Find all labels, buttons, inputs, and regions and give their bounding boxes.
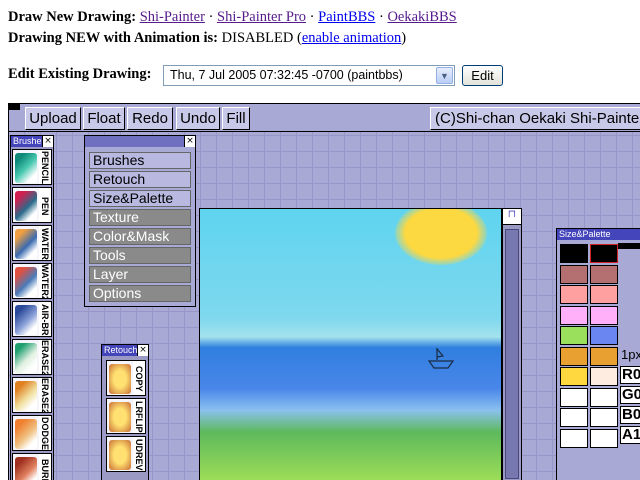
chevron-down-icon[interactable]: ▼ [436, 67, 453, 84]
edit-drawing-select[interactable]: Thu, 7 Jul 2005 07:32:45 -0700 (paintbbs… [163, 65, 455, 86]
sun-shape [395, 209, 487, 265]
pencil-tool[interactable]: PENCIL [12, 149, 52, 185]
palette-swatch[interactable] [560, 285, 588, 304]
applet-corner [9, 104, 20, 110]
lrflip-tool[interactable]: LRFLIP [106, 398, 146, 434]
draw-new-line: Draw New Drawing: Shi-Painter · Shi-Pain… [8, 9, 457, 26]
palette-swatch[interactable] [590, 285, 618, 304]
palette-swatch[interactable] [560, 346, 588, 366]
boat-icon [427, 348, 455, 369]
scroll-thumb[interactable] [505, 229, 519, 479]
size-preview [618, 243, 640, 249]
fill-button[interactable]: Fill [222, 107, 250, 130]
palette-swatch[interactable] [590, 326, 618, 345]
dodge-tool[interactable]: DODGE [12, 415, 52, 451]
draw-new-label: Draw New Drawing: [8, 9, 137, 25]
copy-icon [109, 364, 131, 394]
float-button[interactable]: Float [83, 107, 125, 130]
airbrush-icon [15, 305, 37, 335]
eraser-icon [15, 343, 37, 373]
watercolor-brush-2-icon [15, 267, 37, 297]
paint-applet[interactable]: Upload Float Redo Undo Fill (C)Shi-chan … [8, 103, 640, 480]
burn-icon [15, 457, 37, 480]
animation-status-line: Drawing NEW with Animation is: DISABLED … [8, 30, 407, 46]
palette-swatch[interactable] [590, 387, 618, 407]
menu-item-tools[interactable]: Tools [89, 247, 191, 264]
watercolor-brush-icon [15, 229, 37, 259]
flip-horizontal-icon [109, 402, 131, 432]
close-icon[interactable]: × [137, 345, 148, 356]
close-icon[interactable]: × [42, 136, 53, 147]
palette-swatch[interactable] [560, 387, 588, 407]
palette-swatch[interactable] [560, 305, 588, 325]
green-value[interactable]: G0 [620, 386, 640, 404]
menu-item-color-mask[interactable]: Color&Mask [89, 228, 191, 245]
dodge-icon [15, 419, 37, 449]
edit-button[interactable]: Edit [462, 65, 503, 86]
animation-status: DISABLED [221, 30, 294, 46]
panel-menu: × Brushes Retouch Size&Palette Texture C… [84, 135, 196, 307]
close-icon[interactable]: × [184, 136, 195, 147]
brushes-panel: Brushes × PENCIL PEN WATER WATER2 AIR-BR… [10, 135, 54, 480]
copyright-label: (C)Shi-chan Oekaki Shi-Painter [430, 107, 640, 130]
blue-value[interactable]: B0 [620, 406, 640, 424]
menu-item-layer[interactable]: Layer [89, 266, 191, 283]
eraser-tool[interactable]: ERASE2 [12, 339, 52, 375]
separator: · [208, 9, 214, 25]
menu-item-size-palette[interactable]: Size&Palette [89, 190, 191, 207]
palette-swatch[interactable] [590, 367, 618, 386]
palette-swatch[interactable] [590, 428, 618, 448]
palette-swatch[interactable] [560, 264, 588, 284]
palette-swatch[interactable] [590, 244, 618, 263]
separator: · [309, 9, 315, 25]
redo-button[interactable]: Redo [127, 107, 173, 130]
shi-painter-pro-link[interactable]: Shi-Painter Pro [217, 9, 306, 25]
menu-item-options[interactable]: Options [89, 285, 191, 302]
enable-animation-link[interactable]: enable animation [302, 30, 401, 46]
burn-tool[interactable]: BURN [12, 453, 52, 480]
eraser-2-icon [15, 381, 37, 411]
retouch-panel: Retouch × COPY LRFLIP UDREV [101, 344, 149, 480]
pen-tool[interactable]: PEN [12, 187, 52, 223]
size-label[interactable]: 1px [621, 347, 640, 362]
separator: · [378, 9, 384, 25]
airbrush-tool[interactable]: AIR-BR [12, 301, 52, 337]
oekakibbs-link[interactable]: OekakiBBS [387, 9, 456, 25]
undo-button[interactable]: Undo [176, 107, 220, 130]
alpha-value[interactable]: A1 [620, 426, 640, 444]
upload-button[interactable]: Upload [25, 107, 81, 130]
palette-swatch[interactable] [590, 264, 618, 284]
pencil-icon [15, 153, 37, 183]
menu-item-retouch[interactable]: Retouch [89, 171, 191, 188]
palette-swatch[interactable] [560, 428, 588, 448]
flip-vertical-icon [109, 440, 131, 470]
palette-swatch[interactable] [560, 326, 588, 345]
udrev-tool[interactable]: UDREV [106, 436, 146, 472]
palette-swatch[interactable] [560, 367, 588, 386]
size-palette-title[interactable]: Size&Palette [557, 229, 640, 240]
edit-existing-label: Edit Existing Drawing: [8, 66, 152, 82]
palette-swatch[interactable] [590, 305, 618, 325]
palette-swatch[interactable] [560, 408, 588, 427]
drawing-canvas[interactable] [199, 208, 502, 480]
palette-swatch[interactable] [560, 244, 588, 263]
shi-painter-link[interactable]: Shi-Painter [140, 9, 205, 25]
paintbbs-link[interactable]: PaintBBS [318, 9, 375, 25]
red-value[interactable]: R0 [620, 366, 640, 384]
palette-swatch[interactable] [590, 346, 618, 366]
menu-item-brushes[interactable]: Brushes [89, 152, 191, 169]
water2-tool[interactable]: WATER2 [12, 263, 52, 299]
copy-tool[interactable]: COPY [106, 360, 146, 396]
palette-swatch[interactable] [590, 408, 618, 427]
water-tool[interactable]: WATER [12, 225, 52, 261]
panel-menu-titlebar[interactable] [85, 136, 195, 147]
eraser2-tool[interactable]: ERASE2 [12, 377, 52, 413]
size-palette-panel: Size&Palette 1px R0 G0 B0 A1 [556, 228, 640, 480]
canvas-scrollbar[interactable]: ⊓ [502, 208, 522, 480]
scroll-cap-icon[interactable]: ⊓ [503, 209, 521, 225]
pen-icon [15, 191, 37, 221]
animation-label: Drawing NEW with Animation is: [8, 30, 219, 46]
menu-item-texture[interactable]: Texture [89, 209, 191, 226]
